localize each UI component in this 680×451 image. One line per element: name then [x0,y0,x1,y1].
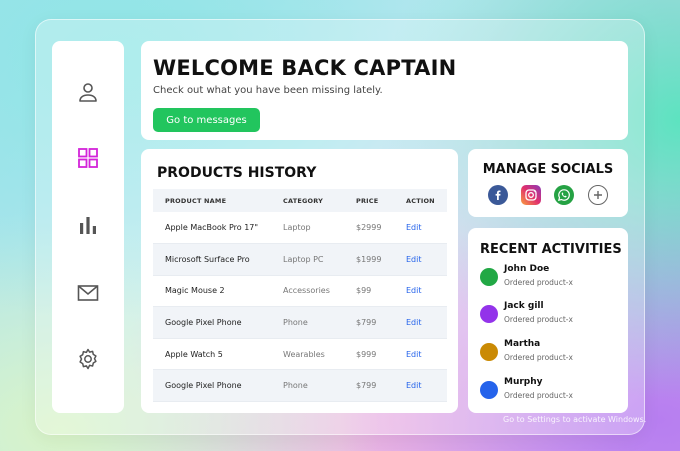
column-header-category: CATEGORY [271,189,344,212]
activity-user-name: Martha [504,339,541,349]
avatar [480,305,498,323]
recent-activities-title: RECENT ACTIVITIES [480,242,622,257]
table-row: Google Pixel Phone Phone $799 Edit [153,306,447,339]
facebook-icon[interactable] [488,185,508,205]
product-category: Laptop PC [271,243,344,276]
instagram-icon[interactable] [521,185,541,205]
activate-windows-hint: Go to Settings to activate Windows. [503,415,647,424]
column-header-price: PRICE [344,189,394,212]
welcome-card: WELCOME BACK CAPTAIN Check out what you … [141,41,628,140]
recent-activities-card: RECENT ACTIVITIES John Doe Ordered produ… [468,228,628,413]
column-header-action: ACTION [394,189,447,212]
table-row: Google Pixel Phone Phone $799 Edit [153,369,447,403]
product-price: $799 [344,306,394,339]
product-price: $999 [344,338,394,371]
activity-description: Ordered product-x [504,278,573,287]
edit-link[interactable]: Edit [394,212,447,245]
avatar [480,268,498,286]
edit-link[interactable]: Edit [394,275,447,308]
edit-link[interactable]: Edit [394,306,447,339]
table-row: Microsoft Surface Pro Laptop PC $1999 Ed… [153,243,447,276]
edit-link[interactable]: Edit [394,369,447,403]
product-category: Phone [271,306,344,339]
product-name: Google Pixel Phone [153,369,271,403]
products-history-title: PRODUCTS HISTORY [157,165,317,181]
activity-user-name: Jack gill [504,301,544,311]
product-name: Microsoft Surface Pro [153,243,271,276]
activity-item[interactable]: Jack gill Ordered product-x [480,301,620,331]
manage-socials-title: MANAGE SOCIALS [482,162,614,177]
products-history-card: PRODUCTS HISTORY PRODUCT NAME CATEGORY P… [141,149,458,413]
table-row: Apple MacBook Pro 17" Laptop $2999 Edit [153,212,447,245]
activity-user-name: John Doe [504,264,550,274]
product-price: $99 [344,275,394,308]
product-category: Phone [271,369,344,403]
sidebar [52,41,124,413]
welcome-subtitle: Check out what you have been missing lat… [153,85,383,96]
column-header-product-name: PRODUCT NAME [153,189,271,212]
table-row: Magic Mouse 2 Accessories $99 Edit [153,275,447,308]
activity-item[interactable]: Martha Ordered product-x [480,339,620,369]
whatsapp-icon[interactable] [554,185,574,205]
go-to-messages-button[interactable]: Go to messages [153,108,260,132]
product-price: $799 [344,369,394,403]
product-category: Laptop [271,212,344,245]
activity-user-name: Murphy [504,377,543,387]
product-name: Apple MacBook Pro 17" [153,212,271,245]
avatar [480,381,498,399]
edit-link[interactable]: Edit [394,243,447,276]
table-row: Apple Watch 5 Wearables $999 Edit [153,338,447,371]
avatar [480,343,498,361]
product-name: Apple Watch 5 [153,338,271,371]
product-name: Magic Mouse 2 [153,275,271,308]
gear-icon[interactable] [76,347,100,371]
dashboard-grid-icon[interactable] [76,146,100,170]
product-category: Accessories [271,275,344,308]
activity-description: Ordered product-x [504,353,573,362]
add-circle-icon[interactable] [588,185,608,205]
mail-icon[interactable] [76,281,100,305]
activity-item[interactable]: John Doe Ordered product-x [480,264,620,294]
welcome-title: WELCOME BACK CAPTAIN [153,56,457,80]
user-icon[interactable] [76,80,100,104]
table-header-row: PRODUCT NAME CATEGORY PRICE ACTION [153,189,447,212]
activate-windows-watermark: Activate Windows [503,398,610,412]
manage-socials-card: MANAGE SOCIALS [468,149,628,217]
product-category: Wearables [271,338,344,371]
activity-description: Ordered product-x [504,315,573,324]
product-price: $2999 [344,212,394,245]
bar-chart-icon[interactable] [76,213,100,237]
products-table: PRODUCT NAME CATEGORY PRICE ACTION Apple… [153,189,447,403]
product-price: $1999 [344,243,394,276]
product-name: Google Pixel Phone [153,306,271,339]
edit-link[interactable]: Edit [394,338,447,371]
